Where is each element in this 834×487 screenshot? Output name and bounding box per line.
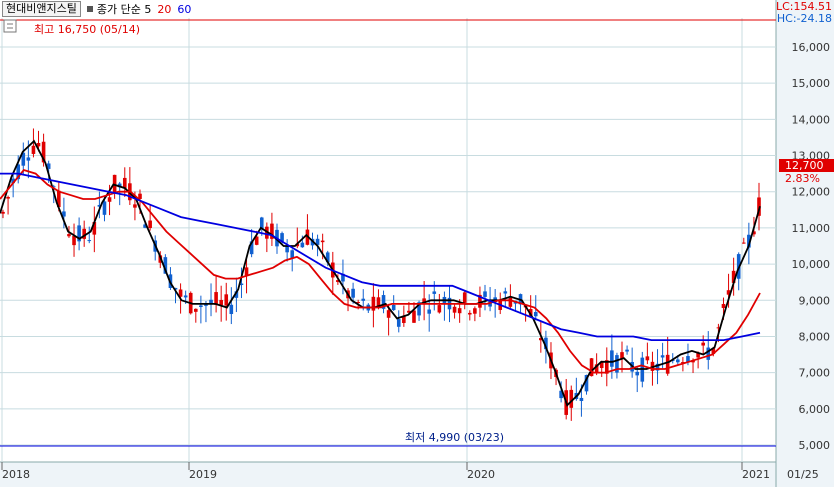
ma60-label: 60: [177, 2, 192, 16]
change-percent: 2.83%: [785, 172, 820, 185]
candle-body: [432, 291, 437, 294]
stock-name-box[interactable]: 현대비앤지스틸: [2, 1, 81, 17]
candle-body: [1, 211, 5, 214]
x-tick-label: 2019: [189, 468, 217, 481]
candle-body: [701, 342, 705, 346]
y-tick-label: 12,000: [792, 186, 831, 199]
candle-body: [133, 204, 137, 208]
y-tick-label: 10,000: [792, 258, 831, 271]
y-tick-label: 8,000: [799, 330, 831, 343]
candle-body: [721, 303, 726, 308]
candle-body: [102, 201, 107, 215]
candle-body: [199, 305, 203, 308]
candle-body: [107, 197, 112, 202]
candle-body: [224, 294, 229, 306]
chart-header: 현대비앤지스틸 종가 단순 5 20 60: [0, 0, 191, 18]
candle-body: [31, 145, 36, 154]
legend-square-icon: [86, 6, 93, 12]
hc-indicator: HC:-24.18: [776, 12, 832, 25]
candle-body: [467, 312, 472, 315]
candle-body: [665, 354, 670, 374]
candle-body: [503, 291, 508, 294]
candle-body: [26, 157, 31, 161]
candle-body: [508, 297, 513, 307]
ma20-label: 20: [157, 2, 172, 16]
chart-window: 5,000 6,000 7,000 8,000 9,000 10,000 11,000 12,…: [0, 0, 834, 487]
candle-body: [533, 312, 538, 317]
y-tick-label: 9,000: [799, 294, 831, 307]
candle-body: [67, 234, 71, 237]
candle-body: [391, 304, 396, 311]
candle-body: [483, 291, 487, 297]
candle-body: [452, 306, 457, 313]
candle-body: [396, 319, 401, 327]
candle-body: [625, 349, 629, 352]
candle-body: [473, 308, 477, 314]
candle-body: [87, 240, 92, 242]
low-annotation: 최저 4,990 (03/23): [405, 431, 504, 444]
candle-body: [437, 305, 442, 313]
candle-body: [645, 356, 650, 361]
candle-body: [412, 310, 416, 323]
candle-body: [290, 250, 295, 258]
candle-body: [457, 308, 462, 314]
candle-body: [300, 242, 305, 248]
y-tick-label: 14,000: [792, 113, 831, 126]
y-tick-label: 6,000: [799, 403, 831, 416]
high-annotation: 최고 16,750 (05/14): [34, 23, 140, 36]
time-axis-panel: [0, 462, 776, 487]
candle-body: [462, 292, 467, 303]
y-tick-label: 15,000: [792, 77, 831, 90]
candle-body: [610, 350, 614, 367]
candle-body: [194, 308, 198, 312]
candle-body: [244, 267, 249, 276]
x-tick-label: 01/25: [787, 468, 819, 481]
y-tick-label: 7,000: [799, 367, 831, 380]
candle-body: [427, 309, 432, 314]
candle-body: [660, 355, 665, 358]
candle-body: [579, 397, 584, 402]
candle-body: [351, 288, 355, 298]
x-tick-label: 2021: [742, 468, 770, 481]
last-price-tag: 12,700: [779, 159, 834, 172]
ma-label: 종가 단순 5: [96, 3, 152, 16]
candle-body: [229, 304, 234, 315]
candle-body: [676, 359, 680, 363]
candle-body: [741, 242, 746, 244]
candle-body: [320, 240, 325, 243]
candle-body: [371, 296, 376, 311]
stock-chart[interactable]: 5,000 6,000 7,000 8,000 9,000 10,000 11,000 12,…: [0, 0, 834, 487]
candle-body: [706, 347, 711, 360]
candle-body: [361, 298, 366, 301]
x-tick-label: 2020: [467, 468, 495, 481]
ma-line-60: [0, 172, 761, 342]
chart-settings-icon[interactable]: [3, 19, 17, 33]
y-tick-label: 11,000: [792, 222, 831, 235]
candle-body: [183, 295, 188, 298]
x-tick-label: 2018: [2, 468, 30, 481]
candle-body: [72, 235, 76, 246]
candle-body: [148, 220, 152, 228]
y-tick-label: 5,000: [799, 439, 831, 452]
candle-body: [6, 197, 10, 199]
y-tick-label: 16,000: [792, 41, 831, 54]
candle-body: [285, 246, 289, 253]
candle-body: [635, 371, 640, 376]
candle-body: [386, 310, 391, 318]
ma-line-20: [0, 168, 761, 374]
